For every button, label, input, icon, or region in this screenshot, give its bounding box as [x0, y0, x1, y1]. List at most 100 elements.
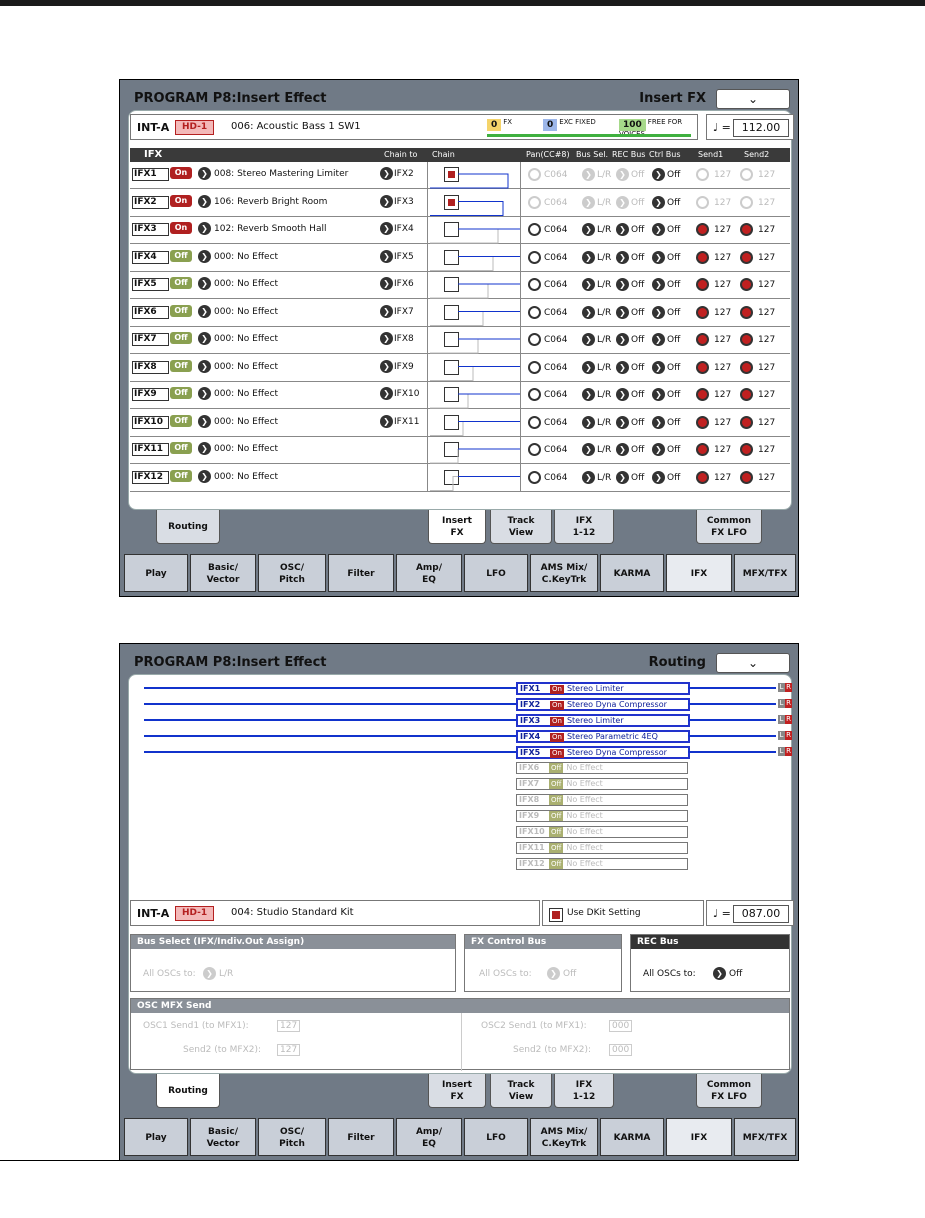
bus-value[interactable]: L/R	[597, 225, 611, 235]
osc1-send1-value[interactable]: 127	[277, 1020, 301, 1032]
sub-tab-track[interactable]: Track View	[490, 510, 552, 544]
rec-value[interactable]: Off	[631, 253, 644, 263]
ctrl-value[interactable]: Off	[667, 363, 680, 373]
send2-value[interactable]: 127	[758, 280, 775, 290]
routing-ifx-block[interactable]: IFX3 On Stereo Limiter	[516, 714, 690, 727]
arrow-right-icon[interactable]: ❯	[380, 222, 393, 235]
send2-value[interactable]: 127	[758, 363, 775, 373]
chain-to-value[interactable]: IFX5	[394, 252, 414, 262]
bus-value[interactable]: L/R	[597, 280, 611, 290]
send1-knob-icon[interactable]	[696, 388, 709, 401]
arrow-right-icon[interactable]: ❯	[616, 443, 629, 456]
arrow-right-icon[interactable]: ❯	[652, 360, 665, 374]
use-dkit-checkbox[interactable]: Use DKit Setting	[542, 900, 704, 926]
main-tab-osc[interactable]: OSC/Pitch	[258, 1118, 326, 1156]
pan-knob-icon[interactable]	[528, 168, 541, 181]
effect-name[interactable]: 000: No Effect	[214, 252, 278, 262]
arrow-right-icon[interactable]: ❯	[198, 194, 211, 208]
ctrl-value[interactable]: Off	[667, 253, 680, 263]
pan-knob-icon[interactable]	[528, 415, 541, 429]
send2-value[interactable]: 127	[758, 445, 775, 455]
rec-value[interactable]: Off	[631, 473, 644, 483]
send2-value[interactable]: 127	[758, 308, 775, 318]
routing-ifx-block[interactable]: IFX10 Off No Effect	[516, 826, 688, 838]
on-off-toggle[interactable]: Off	[170, 332, 192, 344]
send2-knob-icon[interactable]	[740, 305, 753, 319]
rec-value[interactable]: Off	[631, 390, 644, 400]
ctrl-value[interactable]: Off	[667, 308, 680, 318]
bus-value[interactable]: L/R	[597, 363, 611, 373]
pan-knob-icon[interactable]	[528, 223, 541, 236]
arrow-right-icon[interactable]: ❯	[652, 168, 665, 181]
pan-value[interactable]: C064	[544, 308, 567, 318]
pan-value[interactable]: C064	[544, 170, 567, 180]
arrow-right-icon[interactable]: ❯	[198, 359, 211, 373]
arrow-right-icon[interactable]: ❯	[582, 305, 595, 319]
arrow-right-icon[interactable]: ❯	[616, 278, 629, 291]
ctrl-value[interactable]: Off	[667, 170, 680, 180]
main-tab-amsmix[interactable]: AMS Mix/C.KeyTrk	[530, 1118, 598, 1156]
main-tab-play[interactable]: Play	[124, 1118, 188, 1156]
sub-tab-routing[interactable]: Routing	[156, 1074, 220, 1108]
arrow-right-icon[interactable]: ❯	[616, 360, 629, 374]
chain-to-value[interactable]: IFX11	[394, 417, 419, 427]
arrow-right-icon[interactable]: ❯	[198, 414, 211, 428]
tempo-value[interactable]: 112.00	[733, 119, 789, 137]
rec-value[interactable]: Off	[631, 225, 644, 235]
arrow-right-icon[interactable]: ❯	[652, 278, 665, 291]
arrow-right-icon[interactable]: ❯	[652, 443, 665, 456]
send2-knob-icon[interactable]	[740, 250, 753, 264]
arrow-right-icon[interactable]: ❯	[380, 387, 393, 400]
pan-value[interactable]: C064	[544, 225, 567, 235]
routing-ifx-block[interactable]: IFX5 On Stereo Dyna Compressor	[516, 746, 690, 759]
arrow-right-icon[interactable]: ❯	[652, 415, 665, 429]
arrow-right-icon[interactable]: ❯	[652, 305, 665, 319]
effect-name[interactable]: 102: Reverb Smooth Hall	[214, 224, 326, 234]
pan-value[interactable]: C064	[544, 335, 567, 345]
ctrl-value[interactable]: Off	[667, 198, 680, 208]
main-tab-filter[interactable]: Filter	[328, 1118, 394, 1156]
send2-value[interactable]: 127	[758, 170, 775, 180]
tempo-value[interactable]: 087.00	[733, 905, 789, 923]
sub-tab-ifx[interactable]: IFX 1-12	[554, 1074, 614, 1108]
arrow-right-icon[interactable]: ❯	[582, 250, 595, 264]
on-off-badge[interactable]: On	[550, 717, 564, 726]
send1-value[interactable]: 127	[714, 473, 731, 483]
on-off-badge[interactable]: Off	[549, 859, 564, 869]
arrow-right-icon[interactable]: ❯	[380, 304, 393, 318]
send1-knob-icon[interactable]	[696, 168, 709, 181]
send1-knob-icon[interactable]	[696, 470, 709, 484]
send1-knob-icon[interactable]	[696, 415, 709, 429]
arrow-right-icon[interactable]: ❯	[652, 195, 665, 209]
arrow-right-icon[interactable]: ❯	[380, 167, 393, 180]
on-off-toggle[interactable]: On	[170, 167, 192, 179]
send1-value[interactable]: 127	[714, 170, 731, 180]
routing-ifx-block[interactable]: IFX12 Off No Effect	[516, 858, 688, 870]
arrow-right-icon[interactable]: ❯	[582, 195, 595, 209]
arrow-right-icon[interactable]: ❯	[198, 442, 211, 455]
main-tab-amsmix[interactable]: AMS Mix/C.KeyTrk	[530, 554, 598, 592]
arrow-right-icon[interactable]: ❯	[198, 387, 211, 400]
sub-tab-common[interactable]: Common FX LFO	[696, 510, 762, 544]
pan-knob-icon[interactable]	[528, 388, 541, 401]
pan-value[interactable]: C064	[544, 198, 567, 208]
pan-value[interactable]: C064	[544, 363, 567, 373]
chain-to-value[interactable]: IFX7	[394, 307, 414, 317]
send2-knob-icon[interactable]	[740, 415, 753, 429]
arrow-right-icon[interactable]: ❯	[652, 223, 665, 236]
on-off-badge[interactable]: Off	[549, 811, 564, 821]
arrow-right-icon[interactable]: ❯	[198, 277, 211, 290]
ctrl-value[interactable]: Off	[667, 280, 680, 290]
effect-name[interactable]: 000: No Effect	[214, 362, 278, 372]
on-off-badge[interactable]: On	[550, 685, 564, 694]
send1-value[interactable]: 127	[714, 390, 731, 400]
pan-knob-icon[interactable]	[528, 333, 541, 346]
arrow-right-icon[interactable]: ❯	[582, 443, 595, 456]
send2-value[interactable]: 127	[758, 418, 775, 428]
effect-name[interactable]: 000: No Effect	[214, 279, 278, 289]
pan-value[interactable]: C064	[544, 445, 567, 455]
arrow-right-icon[interactable]: ❯	[582, 388, 595, 401]
bus-value[interactable]: L/R	[597, 308, 611, 318]
arrow-right-icon[interactable]: ❯	[616, 250, 629, 264]
main-tab-karma[interactable]: KARMA	[600, 554, 664, 592]
